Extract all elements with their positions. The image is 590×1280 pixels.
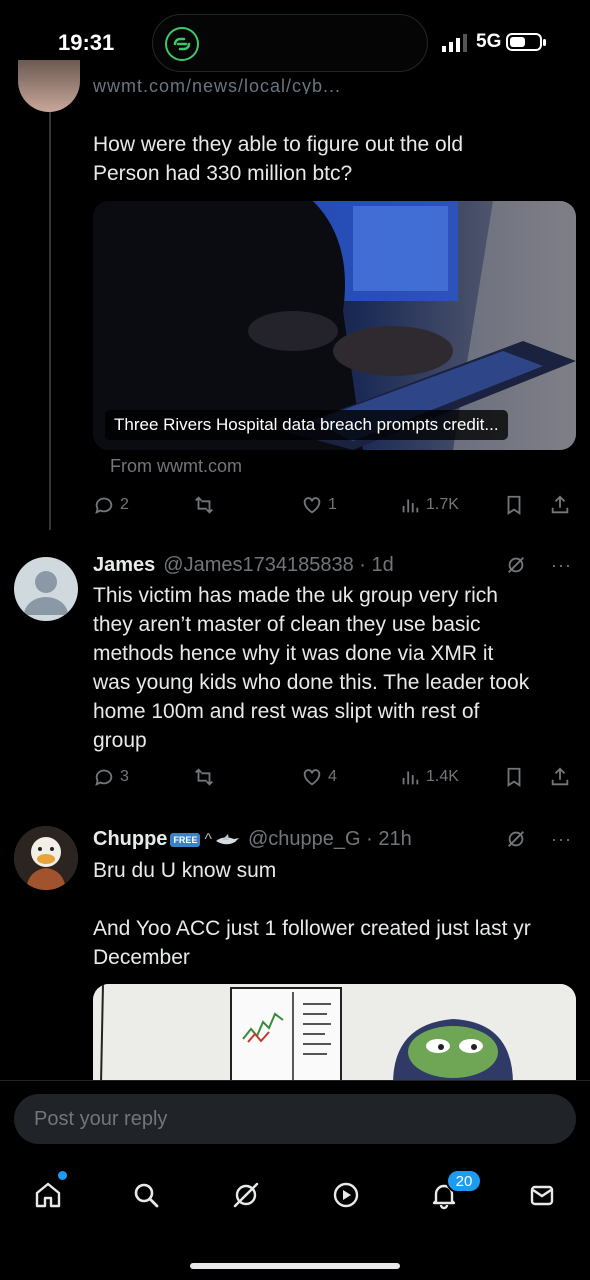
meme-image [93, 984, 576, 1084]
reply-text-line: was young kids who done this. The leader… [93, 671, 530, 694]
grok-icon[interactable] [505, 828, 527, 850]
avatar[interactable] [14, 557, 78, 621]
bookmark-icon [507, 767, 521, 787]
avatar[interactable] [18, 60, 80, 112]
avatar[interactable] [14, 826, 78, 890]
nav-grok[interactable] [226, 1175, 266, 1215]
share-button[interactable] [549, 492, 571, 518]
like-button[interactable]: 1 [301, 492, 337, 518]
thread-line [49, 100, 51, 530]
more-icon[interactable]: ··· [551, 555, 572, 576]
share-button[interactable] [549, 764, 571, 790]
card-title: Three Rivers Hospital data breach prompt… [105, 410, 508, 440]
reply-text-line: methods hence why it was done via XMR it [93, 642, 494, 665]
view-count: 1.4K [426, 768, 459, 785]
reply-composer[interactable] [14, 1094, 576, 1144]
repost-icon [195, 496, 213, 514]
reply-header-icons: ··· [505, 828, 572, 850]
search-icon [134, 1183, 159, 1208]
repost-button[interactable] [193, 492, 215, 518]
reply-header: James @James1734185838 · 1d [93, 554, 394, 577]
home-indicator[interactable] [190, 1263, 400, 1269]
home-icon [35, 1182, 61, 1208]
post-text-line: How were they able to figure out the old [93, 133, 464, 156]
reply-header-icons: ··· [505, 554, 572, 576]
view-count: 1.7K [426, 496, 459, 513]
heart-icon [303, 497, 321, 514]
reply-image[interactable] [93, 984, 576, 1084]
views-icon [402, 499, 419, 513]
bookmark-button[interactable] [503, 492, 525, 518]
reply-text-line: Bru du U know sum [93, 859, 277, 882]
name-decoration: ^ [204, 830, 212, 848]
reply-count: 3 [120, 768, 129, 785]
bird-emoji-icon [215, 833, 239, 844]
views-icon [402, 771, 419, 785]
dynamic-island [152, 14, 428, 72]
grok-icon[interactable] [505, 554, 527, 576]
signal-icon [442, 34, 467, 52]
repost-icon [195, 768, 213, 786]
nav-search[interactable] [126, 1175, 166, 1215]
handle[interactable]: @chuppe_G · 21h [248, 828, 412, 851]
notifications-badge: 20 [446, 1169, 482, 1193]
status-time: 19:31 [58, 30, 115, 55]
reply-button[interactable]: 3 [93, 764, 129, 790]
handle[interactable]: @James1734185838 · 1d [163, 554, 393, 577]
reply-header: Chuppe FREE ^ @chuppe_G · 21h [93, 828, 412, 851]
reply-button[interactable]: 2 [93, 492, 129, 518]
like-count: 4 [328, 768, 337, 785]
grok-icon [233, 1182, 259, 1208]
share-icon [551, 495, 569, 514]
post-actions: 2 1 1.7K [93, 492, 580, 518]
play-icon [333, 1182, 359, 1208]
link-chain-icon [165, 27, 199, 61]
reply-text-line: This victim has made the uk group very r… [93, 584, 498, 607]
reply-text-line: they aren’t master of clean they use bas… [93, 613, 481, 636]
share-icon [551, 767, 569, 786]
home-unread-dot [58, 1171, 67, 1180]
reply-text-line: December [93, 946, 190, 969]
reply-icon [95, 769, 113, 787]
bookmark-icon [507, 495, 521, 515]
heart-icon [303, 769, 321, 786]
reply-input[interactable] [14, 1094, 576, 1144]
like-button[interactable]: 4 [301, 764, 337, 790]
bottom-bar: 20 [0, 1080, 590, 1280]
display-name[interactable]: Chuppe [93, 828, 167, 851]
mail-icon [530, 1185, 554, 1206]
views-button[interactable]: 1.4K [399, 764, 459, 790]
post-link[interactable]: wwmt.com/news/local/cyb... [93, 76, 341, 94]
link-card[interactable]: Three Rivers Hospital data breach prompt… [93, 201, 576, 450]
more-icon[interactable]: ··· [551, 829, 572, 850]
display-name[interactable]: James [93, 554, 155, 577]
network-type: 5G [476, 31, 502, 52]
reply-actions: 3 4 1.4K [93, 764, 580, 790]
reply-count: 2 [120, 496, 129, 513]
nav-home[interactable] [28, 1175, 68, 1215]
reply-text-line: And Yoo ACC just 1 follower created just… [93, 917, 531, 940]
battery-icon [506, 33, 546, 51]
duck-avatar-icon [14, 826, 78, 890]
like-count: 1 [328, 496, 337, 513]
views-button[interactable]: 1.7K [399, 492, 459, 518]
nav-video[interactable] [326, 1175, 366, 1215]
repost-button[interactable] [193, 764, 215, 790]
reply-text-line: home 100m and rest was slipt with rest o… [93, 700, 480, 723]
reply-text-line: group [93, 729, 147, 752]
free-badge: FREE [170, 832, 201, 847]
default-avatar-icon [24, 571, 68, 615]
reply-icon [95, 497, 113, 515]
bookmark-button[interactable] [503, 764, 525, 790]
post-text-line: Person had 330 million btc? [93, 162, 353, 185]
card-source: From wwmt.com [110, 456, 242, 476]
nav-messages[interactable] [522, 1175, 562, 1215]
